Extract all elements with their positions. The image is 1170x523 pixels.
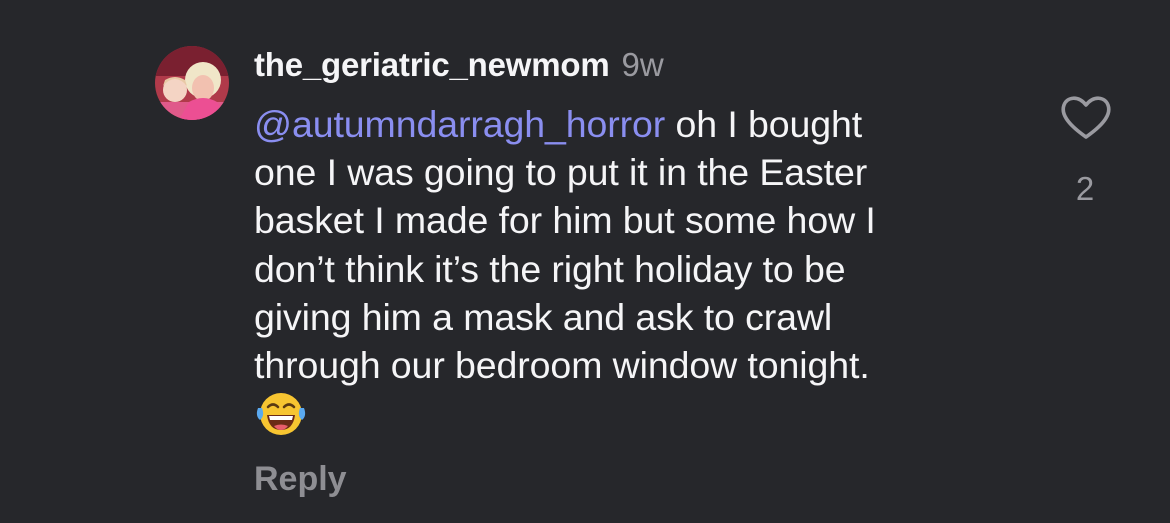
comment-text: @autumndarragh_horror oh I bought one I w…	[254, 100, 1014, 389]
avatar[interactable]	[155, 46, 229, 120]
comment-line-5: giving him a mask and ask to crawl	[254, 295, 833, 338]
username-link[interactable]: the_geriatric_newmom	[254, 46, 610, 84]
comment-line-6: through our bedroom window tonight.	[254, 344, 870, 387]
mention-link[interactable]: @autumndarragh_horror	[254, 103, 665, 145]
avatar-image	[155, 46, 229, 120]
reply-button[interactable]: Reply	[254, 460, 347, 499]
comment-line-3: basket I made for him but some how I	[254, 199, 876, 242]
like-count: 2	[1075, 170, 1095, 207]
timestamp: 9w	[621, 46, 664, 83]
heart-outline-icon[interactable]	[1058, 93, 1114, 143]
comment-line-2: one I was going to put it in the Easter	[254, 151, 868, 194]
comment-line-1: oh I bought	[665, 103, 863, 145]
laughing-emoji-icon	[254, 390, 308, 438]
comment-header: the_geriatric_newmom 9w	[254, 46, 664, 90]
comment-line-4: don’t think it’s the right holiday to be	[254, 247, 846, 290]
